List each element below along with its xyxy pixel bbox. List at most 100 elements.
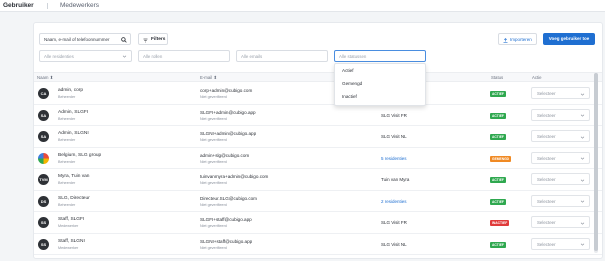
import-button[interactable]: Importeren	[498, 33, 537, 45]
status-dropdown-menu: Actief Gemengd Inactief	[334, 63, 426, 106]
filters-button[interactable]: Filters	[138, 33, 168, 45]
statuses-filter-select[interactable]: Alle statussen	[334, 50, 426, 62]
user-email: admin+slg@cubigo.com	[200, 152, 250, 158]
user-role: Beheerder	[58, 116, 76, 121]
add-user-label: Voeg gebruiker toe	[548, 36, 590, 41]
column-header-email[interactable]: E-mail ⬍	[200, 75, 217, 81]
action-select-placeholder: Selecteer	[537, 155, 556, 161]
avatar: SA	[38, 109, 49, 121]
search-placeholder: Naam, e-mail of telefoonnummer	[44, 37, 110, 42]
user-role: Beheerder	[58, 181, 76, 185]
column-header-action: Actie	[532, 75, 542, 80]
status-badge: ACTIEF	[490, 198, 506, 205]
user-residence[interactable]: 5 residenties	[381, 156, 407, 161]
user-email: SLGFI+admin@cubigo.app	[200, 109, 256, 115]
action-select-placeholder: Selecteer	[537, 134, 556, 139]
table-row[interactable]: SA Admin, SLGNI Beheerder SLGNI+admin@cubig…	[34, 126, 602, 148]
vertical-scrollbar[interactable]	[594, 73, 598, 253]
user-residence: Tuin van Myra	[381, 177, 410, 182]
table-row[interactable]: SS Staff, SLGNI Medewerker SLGNI+staff@cubi…	[34, 233, 602, 255]
action-select[interactable]: Selecteer	[531, 216, 590, 228]
residences-filter-select[interactable]: Alle residenties	[39, 50, 132, 62]
email-verification-status: Niet geverifieerd	[200, 159, 227, 164]
avatar	[38, 152, 49, 164]
action-select-placeholder: Selecteer	[537, 112, 556, 118]
status-option-actief[interactable]: Actief	[342, 68, 354, 73]
filters-label: Filters	[151, 37, 166, 42]
emails-filter-input[interactable]: Alle emails	[236, 50, 328, 62]
table-row[interactable]: SS Staff, SLGFI Medewerker SLGFI+staff@cubi…	[34, 212, 602, 234]
action-select-placeholder: Selecteer	[537, 220, 556, 225]
user-email: corp+admin@cubigo.com	[200, 88, 253, 93]
status-badge: GEMENGD	[490, 155, 512, 162]
upload-icon	[503, 37, 508, 43]
search-input[interactable]: Naam, e-mail of telefoonnummer	[39, 33, 131, 45]
action-select[interactable]: Selecteer	[531, 173, 590, 185]
user-residence[interactable]: 2 residenties	[381, 199, 407, 204]
status-badge: ACTIEF	[490, 112, 506, 119]
email-verification-status: Niet geverifieerd	[200, 245, 227, 250]
user-residence: SLG Visit NL	[381, 241, 407, 247]
user-name[interactable]: Staff, SLGNI	[58, 239, 85, 244]
column-header-status: Status	[491, 75, 504, 80]
avatar: SA	[38, 131, 49, 142]
chevron-down-icon	[122, 55, 127, 58]
scrollbar-thumb[interactable]	[594, 73, 598, 251]
user-name[interactable]: admin, corp	[58, 88, 83, 93]
user-role: Beheerder	[58, 138, 76, 142]
status-option-gemengd[interactable]: Gemengd	[342, 81, 362, 86]
avatar: TVM	[38, 174, 49, 185]
user-email: Directeur.SLG@cubigo.com	[200, 195, 258, 201]
status-badge: INACTIEF	[490, 220, 510, 226]
user-email: SLGNI+staff@cubigo.app	[200, 238, 253, 244]
statuses-filter-placeholder: Alle statussen	[339, 54, 367, 59]
email-verification-status: Niet geverifieerd	[200, 224, 227, 228]
user-role: Medewerker	[58, 224, 79, 228]
user-name[interactable]: Admin, SLGNI	[58, 131, 89, 136]
add-user-button[interactable]: Voeg gebruiker toe	[543, 33, 595, 45]
user-role: Beheerder	[58, 202, 76, 207]
import-label: Importeren	[510, 37, 532, 42]
action-select[interactable]: Selecteer	[531, 87, 590, 99]
user-email: tuinvanmyra+admin@cubigo.com	[200, 174, 269, 179]
chevron-down-icon	[580, 243, 585, 246]
user-name[interactable]: Admin, SLGFI	[58, 110, 88, 115]
email-verification-status: Niet geverifieerd	[200, 181, 227, 185]
filter-icon	[143, 38, 148, 42]
user-email: SLGFI+staff@cubigo.app	[200, 217, 252, 222]
email-verification-status: Niet geverifieerd	[200, 116, 227, 121]
column-header-name[interactable]: Naam ⬍	[37, 75, 53, 81]
user-name[interactable]: Myra, Tuin van	[58, 174, 89, 179]
user-role: Beheerder	[58, 159, 76, 164]
email-verification-status: Niet geverifieerd	[200, 138, 227, 142]
tab-medewerkers[interactable]: Medewerkers	[60, 2, 99, 9]
user-name[interactable]: Staff, SLGFI	[58, 217, 84, 222]
user-name[interactable]: SLG, Directeur	[58, 196, 90, 201]
tab-gebruiker[interactable]: Gebruiker	[3, 2, 34, 9]
user-residence: SLG Visit NL	[381, 134, 407, 139]
action-select[interactable]: Selecteer	[531, 130, 590, 142]
avatar: CA	[38, 88, 49, 99]
table-row[interactable]: DS SLG, Directeur Beheerder Directeur.SLG@c…	[34, 190, 602, 212]
avatar: SS	[38, 238, 49, 250]
table-row[interactable]: Belgium, SLG group Beheerder admin+slg@cub…	[34, 147, 602, 169]
table-row[interactable]: SA Admin, SLGFI Beheerder SLGFI+admin@cubig…	[34, 104, 602, 126]
email-verification-status: Niet geverifieerd	[200, 95, 227, 99]
chevron-down-icon	[580, 179, 585, 182]
chevron-down-icon	[580, 136, 585, 139]
action-select[interactable]: Selecteer	[531, 108, 590, 121]
user-role: Medewerker	[58, 245, 79, 250]
residences-filter-placeholder: Alle residenties	[44, 54, 74, 59]
table-row[interactable]: TVM Myra, Tuin van Beheerder tuinvanmyra+ad…	[34, 169, 602, 191]
status-option-inactief[interactable]: Inactief	[342, 94, 357, 99]
user-name[interactable]: Belgium, SLG group	[58, 153, 101, 158]
action-select[interactable]: Selecteer	[531, 151, 590, 164]
chevron-down-icon	[580, 200, 585, 203]
action-select-placeholder: Selecteer	[537, 241, 556, 247]
action-select[interactable]: Selecteer	[531, 237, 590, 250]
table-row[interactable]: CA admin, corp Beheerder corp+admin@cubigo.…	[34, 83, 602, 105]
roles-filter-input[interactable]: Alle rollen	[138, 50, 230, 62]
action-select-placeholder: Selecteer	[537, 91, 556, 96]
action-select[interactable]: Selecteer	[531, 194, 590, 207]
chevron-down-icon	[580, 93, 585, 96]
